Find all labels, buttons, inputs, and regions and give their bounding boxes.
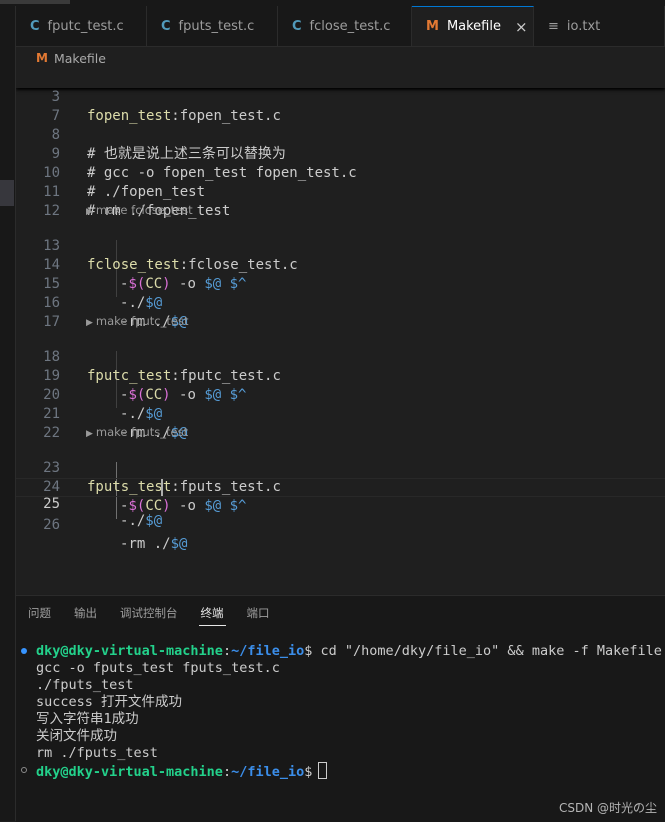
code-line: 12 — [16, 183, 665, 202]
watermark: CSDN @时光の尘 — [559, 799, 657, 816]
tab-label: fputc_test.c — [48, 19, 124, 34]
makefile-icon: M — [426, 19, 439, 34]
codelens-run-make[interactable]: ▶make fputc_test — [86, 314, 188, 330]
terminal-output-line: ./fputs_test — [36, 677, 665, 694]
text-cursor — [161, 479, 163, 496]
code-line: 20 -./$@ — [16, 367, 665, 386]
code-line: 3 fopen_test:fopen_test.c — [16, 69, 665, 88]
prompt-colon: : — [223, 764, 231, 779]
prompt-user: dky@dky-virtual-machine — [36, 643, 223, 659]
menu-remnant — [0, 0, 70, 4]
target-colon: : — [171, 108, 179, 124]
code-line: 23 fputs_test:fputs_test.c — [16, 440, 665, 459]
close-icon[interactable]: × — [515, 18, 528, 36]
code-line: 26 -rm ./$@ — [16, 497, 665, 516]
line-number: 3 — [16, 88, 60, 107]
sticky-scroll-header[interactable]: 3 fopen_test:fopen_test.c — [16, 69, 665, 88]
tab-label: io.txt — [567, 19, 600, 34]
tab-terminal[interactable]: 终端 — [201, 596, 224, 630]
makefile-icon: M — [36, 51, 48, 65]
codelens-label: make fputs_test — [96, 425, 188, 439]
tab-io-txt[interactable]: ≡ io.txt — [534, 6, 665, 46]
play-icon: ▶ — [86, 318, 93, 328]
tab-debug-console[interactable]: 调试控制台 — [120, 596, 178, 630]
codelens-run-make[interactable]: ▶make fclose_test — [86, 203, 193, 219]
breadcrumb[interactable]: M Makefile — [16, 47, 665, 69]
code-line: 22 — [16, 405, 665, 424]
tab-output[interactable]: 输出 — [74, 596, 97, 630]
codelens-run-make[interactable]: ▶make fputs_test — [86, 425, 188, 441]
activity-bar-active-indicator[interactable] — [0, 180, 14, 206]
play-icon: ▶ — [86, 429, 93, 439]
breadcrumb-file[interactable]: Makefile — [54, 51, 106, 66]
auto-var: $@ — [171, 536, 188, 552]
tab-ports[interactable]: 端口 — [247, 596, 270, 630]
terminal-output-line: 关闭文件成功 — [36, 728, 665, 745]
recipe-rm: -rm ./$@ — [120, 535, 187, 554]
terminal-output-line: success 打开文件成功 — [36, 694, 665, 711]
prompt-end: $ — [304, 643, 320, 659]
tab-fputs-test[interactable]: C fputs_test.c — [147, 6, 278, 46]
terminal-output-line: rm ./fputs_test — [36, 745, 665, 762]
code-line: 10 # ./fopen_test — [16, 145, 665, 164]
terminal-output-line: 写入字符串1成功 — [36, 711, 665, 728]
code-line: 15 -./$@ — [16, 256, 665, 275]
code-line: 13 fclose_test:fclose_test.c — [16, 218, 665, 237]
terminal-prompt-line[interactable]: dky@dky-virtual-machine:~/file_io$ — [36, 762, 665, 779]
code-line: 19 -$(CC) -o $@ $^ — [16, 348, 665, 367]
line-number: 26 — [16, 516, 60, 535]
prompt-path: ~/file_io — [231, 643, 304, 659]
command-pending-dot-icon[interactable] — [21, 767, 27, 773]
code-line: 11 # rm ./fopen_test — [16, 164, 665, 183]
c-file-icon: C — [292, 19, 302, 34]
tab-fclose-test[interactable]: C fclose_test.c — [278, 6, 412, 46]
editor-tab-bar: C fputc_test.c C fputs_test.c C fclose_t… — [16, 6, 665, 47]
code-line: 9 # gcc -o fopen_test fopen_test.c — [16, 126, 665, 145]
panel-tab-bar: 问题 输出 调试控制台 终端 端口 — [16, 596, 293, 630]
code-line: 18 fputc_test:fputc_test.c — [16, 329, 665, 348]
terminal-command-line[interactable]: dky@dky-virtual-machine:~/file_io$ cd "/… — [36, 643, 665, 660]
activity-bar — [0, 6, 16, 821]
c-file-icon: C — [161, 19, 171, 34]
tab-fputc-test[interactable]: C fputc_test.c — [16, 6, 147, 46]
terminal-cursor — [318, 762, 327, 779]
tab-label: fclose_test.c — [310, 19, 391, 34]
tab-makefile[interactable]: M Makefile × — [412, 6, 534, 46]
code-text: fopen_test:fopen_test.c — [87, 107, 281, 126]
terminal-output-line: gcc -o fputs_test fputs_test.c — [36, 660, 665, 677]
terminal-command: cd "/home/dky/file_io" && make -f Makefi… — [321, 643, 665, 659]
code-line: 7 — [16, 88, 665, 107]
tab-label: Makefile — [447, 19, 501, 34]
code-line: 24 -$(CC) -o $@ $^ — [16, 459, 665, 478]
target-deps: fopen_test.c — [180, 108, 281, 124]
codelens-label: make fclose_test — [96, 203, 193, 217]
rm-prefix: rm ./ — [128, 536, 170, 552]
play-icon: ▶ — [86, 207, 93, 217]
prompt-end: $ — [304, 764, 312, 779]
tab-label: fputs_test.c — [179, 19, 255, 34]
command-success-dot-icon[interactable] — [21, 648, 27, 654]
code-line-current: 25 -./$@ — [16, 478, 665, 497]
tab-problems[interactable]: 问题 — [28, 596, 51, 630]
make-target: fopen_test — [87, 108, 171, 124]
prompt-user: dky@dky-virtual-machine — [36, 764, 223, 779]
code-line: 21 -rm ./$@ — [16, 386, 665, 405]
text-file-icon: ≡ — [548, 19, 559, 34]
prompt-path: ~/file_io — [231, 764, 304, 779]
prompt-colon: : — [223, 643, 231, 659]
codelens-label: make fputc_test — [96, 314, 189, 328]
code-line: 17 — [16, 294, 665, 313]
c-file-icon: C — [30, 19, 40, 34]
code-editor[interactable]: 3 fopen_test:fopen_test.c 7 8 # 也就是说上述三条… — [16, 69, 665, 594]
bottom-panel: 问题 输出 调试控制台 终端 端口 dky@dky-virtual-machin… — [16, 595, 665, 822]
code-line: 14 -$(CC) -o $@ $^ — [16, 237, 665, 256]
code-line: 16 -rm ./$@ — [16, 275, 665, 294]
